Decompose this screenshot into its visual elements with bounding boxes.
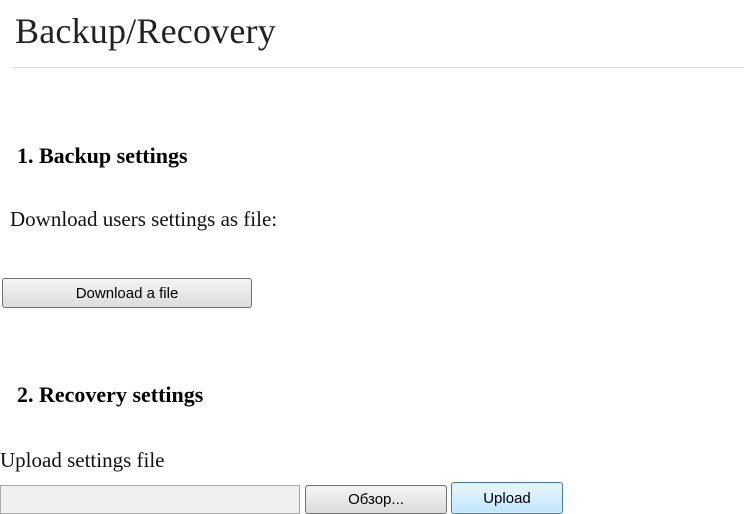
title-divider xyxy=(12,67,744,68)
download-file-button[interactable]: Download a file xyxy=(2,278,252,308)
recovery-settings-heading: 2. Recovery settings xyxy=(17,382,204,407)
download-settings-label: Download users settings as file: xyxy=(10,207,278,231)
browse-file-button[interactable]: Обзор... xyxy=(305,485,447,514)
page-title: Backup/Recovery xyxy=(15,11,276,51)
backup-settings-heading: 1. Backup settings xyxy=(17,143,188,168)
upload-settings-label: Upload settings file xyxy=(0,448,165,472)
upload-button[interactable]: Upload xyxy=(451,482,563,514)
settings-file-path-input[interactable] xyxy=(0,485,300,514)
